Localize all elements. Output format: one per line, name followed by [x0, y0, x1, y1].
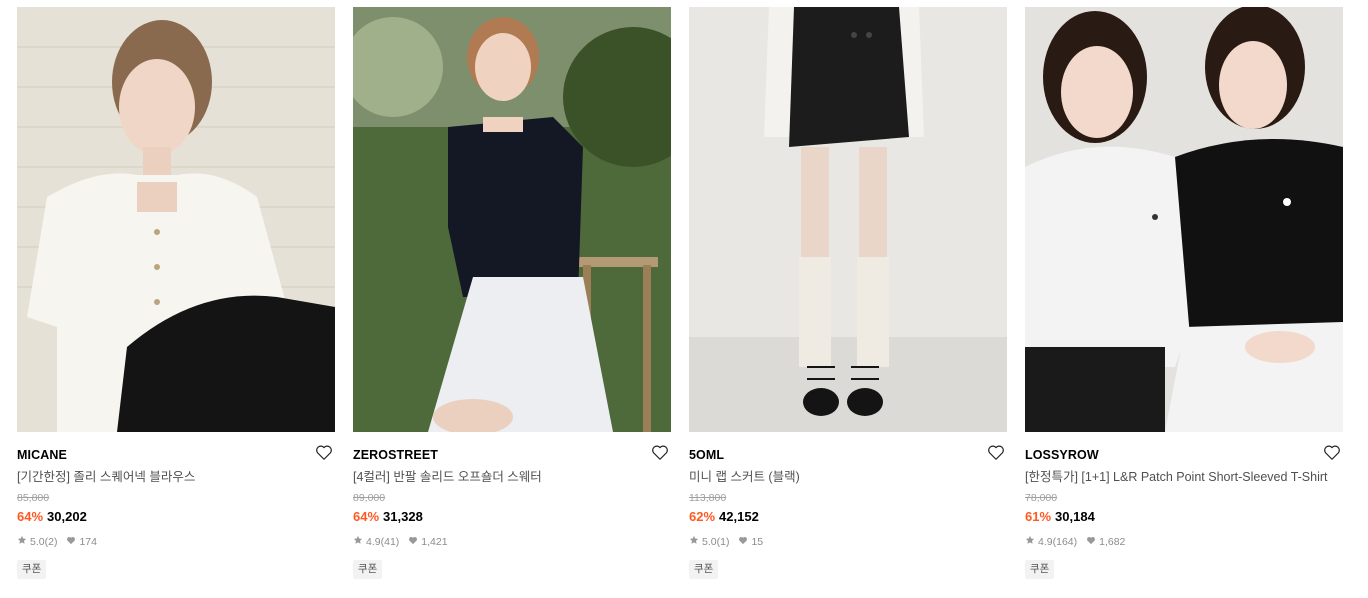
heart-outline-icon[interactable] — [987, 444, 1005, 461]
original-price: 89,000 — [353, 492, 386, 504]
product-name[interactable]: [한정특가] [1+1] L&R Patch Point Short-Sleev… — [1025, 468, 1343, 486]
like-count: 1,682 — [1099, 536, 1126, 548]
review-count: (164) — [1052, 536, 1078, 548]
rating-value: 5.0 — [30, 536, 45, 548]
heart-outline-icon[interactable] — [1323, 444, 1341, 461]
sale-price: 42,152 — [719, 509, 759, 524]
star-icon — [17, 535, 27, 549]
coupon-badge: 쿠폰 — [689, 560, 719, 579]
product-card[interactable]: MICANE [기간한정] 졸리 스퀘어넥 블라우스 85,800 64% 30,… — [17, 7, 335, 579]
discount-rate: 64% — [353, 509, 380, 524]
brand-name[interactable]: LOSSYROW — [1025, 446, 1343, 464]
heart-outline-icon[interactable] — [315, 444, 333, 461]
product-photo-lossyrow — [1025, 7, 1343, 432]
rating-value: 4.9 — [366, 536, 381, 548]
sale-price: 31,328 — [383, 509, 423, 524]
price-row: 62% 42,152 — [689, 508, 1007, 526]
star-icon — [353, 535, 363, 549]
heart-filled-icon — [408, 535, 418, 549]
product-name[interactable]: [기간한정] 졸리 스퀘어넥 블라우스 — [17, 468, 335, 486]
price-row: 64% 30,202 — [17, 508, 335, 526]
brand-name[interactable]: ZEROSTREET — [353, 446, 671, 464]
product-name[interactable]: 미니 랩 스커트 (블랙) — [689, 468, 1007, 486]
review-count: (41) — [380, 536, 400, 548]
product-card[interactable]: LOSSYROW [한정특가] [1+1] L&R Patch Point Sh… — [1025, 7, 1343, 579]
star-icon — [1025, 535, 1035, 549]
product-image[interactable] — [17, 7, 335, 432]
product-stats: 5.0 (1) 15 — [689, 535, 1007, 549]
product-card[interactable]: 5OML 미니 랩 스커트 (블랙) 113,800 62% 42,152 5.0… — [689, 7, 1007, 579]
sale-price: 30,184 — [1055, 509, 1095, 524]
heart-filled-icon — [738, 535, 748, 549]
product-photo-micane — [17, 7, 335, 432]
product-photo-5oml — [689, 7, 1007, 432]
product-stats: 4.9 (41) 1,421 — [353, 535, 671, 549]
product-image[interactable] — [689, 7, 1007, 432]
like-count: 15 — [751, 536, 764, 548]
review-count: (2) — [44, 536, 58, 548]
like-count: 1,421 — [421, 536, 448, 548]
coupon-badge: 쿠폰 — [17, 560, 47, 579]
product-name[interactable]: [4컬러] 반팔 솔리드 오프숄더 스웨터 — [353, 468, 671, 486]
product-photo-zerostreet — [353, 7, 671, 432]
product-image[interactable] — [353, 7, 671, 432]
sale-price: 30,202 — [47, 509, 87, 524]
original-price: 113,800 — [689, 492, 727, 504]
product-card[interactable]: ZEROSTREET [4컬러] 반팔 솔리드 오프숄더 스웨터 89,000 … — [353, 7, 671, 579]
coupon-badge: 쿠폰 — [353, 560, 383, 579]
like-count: 174 — [79, 536, 97, 548]
product-image[interactable] — [1025, 7, 1343, 432]
price-row: 64% 31,328 — [353, 508, 671, 526]
rating-value: 5.0 — [702, 536, 717, 548]
discount-rate: 61% — [1025, 509, 1052, 524]
heart-filled-icon — [66, 535, 76, 549]
price-row: 61% 30,184 — [1025, 508, 1343, 526]
review-count: (1) — [716, 536, 730, 548]
discount-rate: 62% — [689, 509, 716, 524]
discount-rate: 64% — [17, 509, 44, 524]
brand-name[interactable]: MICANE — [17, 446, 335, 464]
original-price: 78,000 — [1025, 492, 1058, 504]
heart-outline-icon[interactable] — [651, 444, 669, 461]
brand-name[interactable]: 5OML — [689, 446, 1007, 464]
original-price: 85,800 — [17, 492, 50, 504]
star-icon — [689, 535, 699, 549]
heart-filled-icon — [1086, 535, 1096, 549]
rating-value: 4.9 — [1038, 536, 1053, 548]
product-stats: 4.9 (164) 1,682 — [1025, 535, 1343, 549]
product-stats: 5.0 (2) 174 — [17, 535, 335, 549]
coupon-badge: 쿠폰 — [1025, 560, 1055, 579]
